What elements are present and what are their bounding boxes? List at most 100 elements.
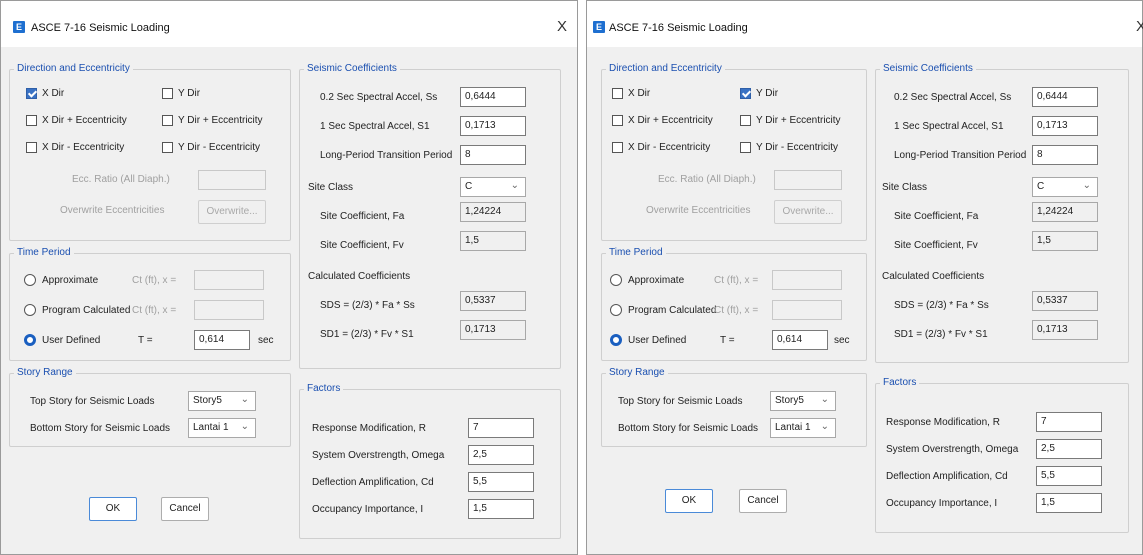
dialog-body: Direction and Eccentricity X Dir Y Dir X… — [587, 47, 1142, 554]
ct-input-approximate[interactable] — [772, 270, 842, 290]
site-class-select[interactable]: C ⌄ — [460, 177, 526, 197]
title-bar[interactable]: E ASCE 7-16 Seismic Loading X — [587, 1, 1143, 47]
r-input[interactable]: 7 — [1036, 412, 1102, 432]
s1-input[interactable]: 0,1713 — [1032, 116, 1098, 136]
checkbox-unchecked-icon — [162, 115, 173, 126]
tl-input[interactable]: 8 — [1032, 145, 1098, 165]
t-input[interactable]: 0,614 — [772, 330, 828, 350]
direction-group: Direction and Eccentricity X Dir Y Dir X… — [601, 63, 867, 241]
s1-input[interactable]: 0,1713 — [460, 116, 526, 136]
chevron-down-icon: ⌄ — [510, 180, 519, 191]
y-dir-plus-ecc-label: Y Dir + Eccentricity — [178, 115, 263, 126]
tl-input[interactable]: 8 — [460, 145, 526, 165]
fa-readout: 1,24224 — [1032, 202, 1098, 222]
calculated-coefficients-label: Calculated Coefficients — [308, 271, 411, 282]
overwrite-button[interactable]: Overwrite... — [198, 200, 266, 224]
omega-input[interactable]: 2,5 — [468, 445, 534, 465]
ct-input-approximate[interactable] — [194, 270, 264, 290]
y-dir-checkbox[interactable]: Y Dir — [162, 88, 200, 99]
close-button[interactable]: X — [1136, 18, 1143, 35]
x-dir-minus-ecc-checkbox[interactable]: X Dir - Eccentricity — [26, 142, 124, 153]
bottom-story-select[interactable]: Lantai 1 ⌄ — [188, 418, 256, 438]
cd-label: Deflection Amplification, Cd — [312, 477, 434, 488]
seismic-dialog-y: E ASCE 7-16 Seismic Loading X Direction … — [586, 0, 1143, 555]
sds-readout: 0,5337 — [1032, 291, 1098, 311]
r-label: Response Modification, R — [886, 417, 1000, 428]
t-input[interactable]: 0,614 — [194, 330, 250, 350]
y-dir-minus-ecc-checkbox[interactable]: Y Dir - Eccentricity — [740, 142, 838, 153]
sd1-readout: 0,1713 — [460, 320, 526, 340]
y-dir-plus-ecc-checkbox[interactable]: Y Dir + Eccentricity — [740, 115, 841, 126]
y-dir-minus-ecc-checkbox[interactable]: Y Dir - Eccentricity — [162, 142, 260, 153]
x-dir-checkbox[interactable]: X Dir — [26, 88, 64, 99]
y-dir-plus-ecc-checkbox[interactable]: Y Dir + Eccentricity — [162, 115, 263, 126]
ct-input-program[interactable] — [194, 300, 264, 320]
x-dir-plus-ecc-label: X Dir + Eccentricity — [42, 115, 127, 126]
checkbox-unchecked-icon — [162, 142, 173, 153]
s1-label: 1 Sec Spectral Accel, S1 — [894, 121, 1004, 132]
approximate-radio[interactable]: Approximate — [24, 274, 98, 286]
program-calculated-label: Program Calculated — [628, 304, 717, 316]
close-button[interactable]: X — [557, 18, 567, 35]
site-class-select[interactable]: C ⌄ — [1032, 177, 1098, 197]
top-story-select[interactable]: Story5 ⌄ — [188, 391, 256, 411]
fa-readout: 1,24224 — [460, 202, 526, 222]
omega-input[interactable]: 2,5 — [1036, 439, 1102, 459]
checkbox-unchecked-icon — [26, 142, 37, 153]
top-story-select[interactable]: Story5 ⌄ — [770, 391, 836, 411]
tl-label: Long-Period Transition Period — [894, 150, 1027, 161]
i-input[interactable]: 1,5 — [468, 499, 534, 519]
cd-input[interactable]: 5,5 — [1036, 466, 1102, 486]
ct-input-program[interactable] — [772, 300, 842, 320]
x-dir-label: X Dir — [42, 88, 65, 99]
ok-button[interactable]: OK — [89, 497, 137, 521]
story-range-group: Story Range Top Story for Seismic Loads … — [9, 367, 291, 447]
tl-label: Long-Period Transition Period — [320, 150, 453, 161]
cancel-button[interactable]: Cancel — [161, 497, 209, 521]
sd1-readout: 0,1713 — [1032, 320, 1098, 340]
x-dir-minus-ecc-label: X Dir - Eccentricity — [628, 142, 711, 153]
cancel-button[interactable]: Cancel — [739, 489, 787, 513]
x-dir-plus-ecc-checkbox[interactable]: X Dir + Eccentricity — [612, 115, 713, 126]
overwrite-button[interactable]: Overwrite... — [774, 200, 842, 224]
seismic-coefficients-group: Seismic Coefficients 0.2 Sec Spectral Ac… — [875, 63, 1129, 363]
y-dir-plus-ecc-label: Y Dir + Eccentricity — [756, 115, 841, 126]
ecc-ratio-input[interactable] — [774, 170, 842, 190]
t-label: T = — [138, 335, 153, 346]
i-input[interactable]: 1,5 — [1036, 493, 1102, 513]
bottom-story-value: Lantai 1 — [193, 422, 229, 433]
x-dir-plus-ecc-checkbox[interactable]: X Dir + Eccentricity — [26, 115, 127, 126]
checkbox-unchecked-icon — [612, 88, 623, 99]
bottom-story-select[interactable]: Lantai 1 ⌄ — [770, 418, 836, 438]
top-story-value: Story5 — [193, 395, 222, 406]
x-dir-minus-ecc-label: X Dir - Eccentricity — [42, 142, 125, 153]
program-calculated-label: Program Calculated — [42, 304, 131, 316]
checkbox-unchecked-icon — [26, 115, 37, 126]
title-bar[interactable]: E ASCE 7-16 Seismic Loading X — [1, 1, 577, 47]
ok-button[interactable]: OK — [665, 489, 713, 513]
r-input[interactable]: 7 — [468, 418, 534, 438]
seismic-coefficients-title: Seismic Coefficients — [304, 63, 400, 74]
radio-unselected-icon — [610, 304, 622, 316]
program-calculated-radio[interactable]: Program Calculated — [610, 304, 716, 316]
x-dir-plus-ecc-label: X Dir + Eccentricity — [628, 115, 713, 126]
user-defined-radio[interactable]: User Defined — [610, 334, 686, 346]
time-period-group-title: Time Period — [606, 247, 666, 258]
site-class-label: Site Class — [308, 182, 354, 193]
checkbox-checked-icon — [740, 88, 751, 99]
seismic-coefficients-title: Seismic Coefficients — [880, 63, 976, 74]
user-defined-radio[interactable]: User Defined — [24, 334, 100, 346]
ecc-ratio-input[interactable] — [198, 170, 266, 190]
bottom-story-label: Bottom Story for Seismic Loads — [30, 423, 171, 434]
ss-input[interactable]: 0,6444 — [460, 87, 526, 107]
fa-label: Site Coefficient, Fa — [894, 211, 979, 222]
ecc-ratio-label: Ecc. Ratio (All Diaph.) — [658, 174, 756, 185]
y-dir-checkbox[interactable]: Y Dir — [740, 88, 778, 99]
cd-input[interactable]: 5,5 — [468, 472, 534, 492]
radio-selected-icon — [24, 334, 36, 346]
ss-input[interactable]: 0,6444 — [1032, 87, 1098, 107]
x-dir-checkbox[interactable]: X Dir — [612, 88, 650, 99]
approximate-radio[interactable]: Approximate — [610, 274, 684, 286]
x-dir-minus-ecc-checkbox[interactable]: X Dir - Eccentricity — [612, 142, 710, 153]
program-calculated-radio[interactable]: Program Calculated — [24, 304, 130, 316]
